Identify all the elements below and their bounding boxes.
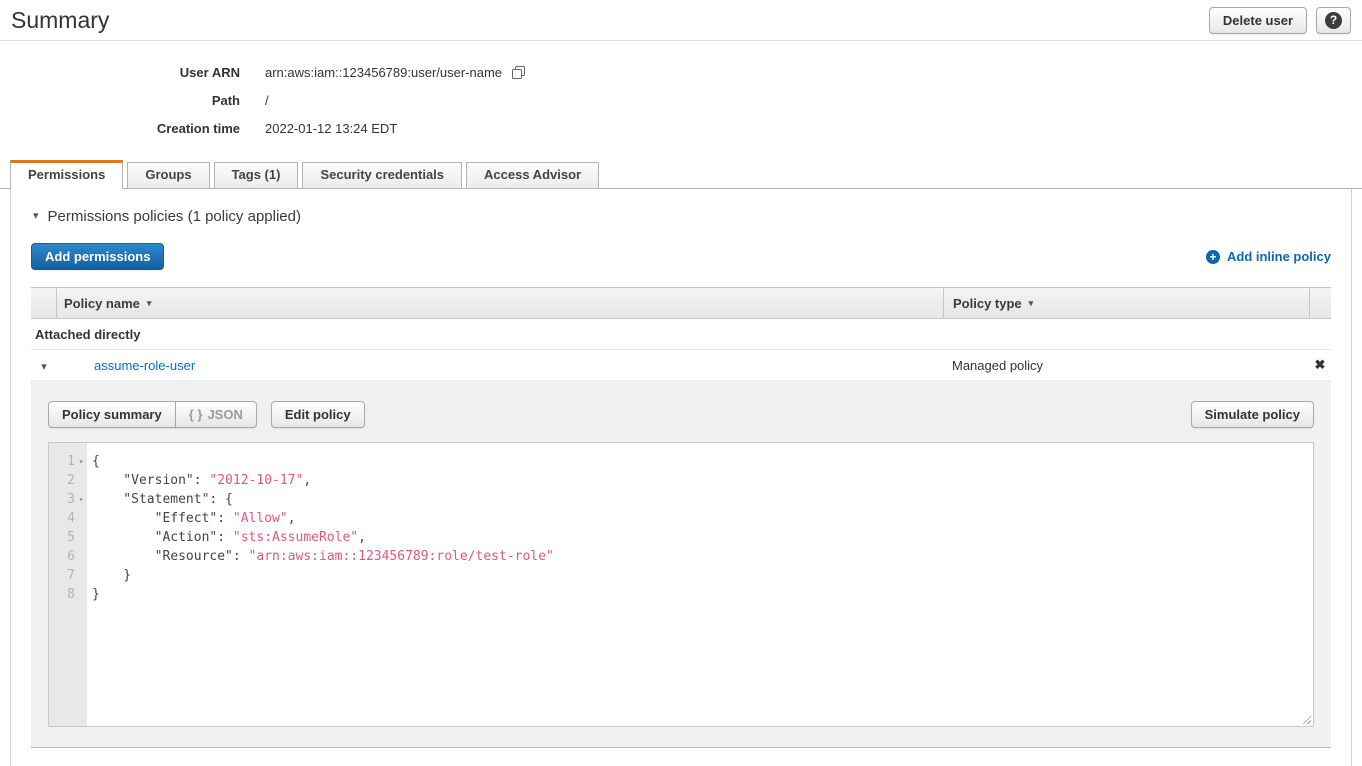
creation-time-label: Creation time — [0, 121, 240, 136]
policy-view-toggle: Policy summary { } JSON — [48, 401, 257, 428]
edit-policy-button[interactable]: Edit policy — [271, 401, 365, 428]
help-button[interactable]: ? — [1316, 7, 1351, 34]
page-header: Summary Delete user ? — [0, 0, 1362, 41]
help-icon: ? — [1325, 12, 1342, 29]
editor-gutter: 1▾ 2 3▾ 4 5 6 7 8 — [49, 443, 87, 726]
code-line: } — [92, 566, 1313, 585]
code-line: } — [92, 585, 1313, 604]
code-line: "Statement": { — [92, 490, 1313, 509]
policy-detail-toolbar: Policy summary { } JSON Edit policy Simu… — [48, 401, 1314, 428]
sort-caret-icon: ▾ — [1029, 298, 1034, 309]
editor-resize-handle[interactable] — [1300, 713, 1311, 724]
json-policy-editor[interactable]: 1▾ 2 3▾ 4 5 6 7 8 { "Version": "2012-10-… — [48, 442, 1314, 727]
table-header-row: Policy name ▾ Policy type ▾ — [31, 287, 1331, 319]
json-view-button[interactable]: { } JSON — [175, 401, 257, 428]
user-arn-label: User ARN — [0, 65, 240, 80]
tab-tags[interactable]: Tags (1) — [214, 162, 299, 188]
policy-type-value: Managed policy — [943, 358, 1309, 373]
policy-name-column-header[interactable]: Policy name ▾ — [57, 288, 943, 318]
path-label: Path — [0, 93, 240, 108]
code-line: "Version": "2012-10-17", — [92, 471, 1313, 490]
path-value: / — [265, 93, 269, 108]
row-expand-toggle[interactable]: ▾ — [31, 358, 57, 373]
attached-directly-group-row: Attached directly — [31, 319, 1331, 350]
actions-column-header — [1309, 288, 1331, 318]
creation-time-value: 2022-01-12 13:24 EDT — [265, 121, 397, 136]
plus-circle-icon: + — [1206, 250, 1220, 264]
tab-bar: Permissions Groups Tags (1) Security cre… — [0, 161, 1362, 189]
fold-caret-icon[interactable]: ▾ — [75, 452, 87, 471]
creation-time-row: Creation time 2022-01-12 13:24 EDT — [0, 114, 1362, 142]
caret-down-icon: ▾ — [33, 211, 39, 222]
fold-caret-icon[interactable]: ▾ — [75, 490, 87, 509]
sort-caret-icon: ▾ — [147, 298, 152, 309]
code-line: { — [92, 452, 1313, 471]
policy-type-column-header[interactable]: Policy type ▾ — [943, 288, 1309, 318]
tab-security-credentials[interactable]: Security credentials — [302, 162, 462, 188]
policy-detail-panel: Policy summary { } JSON Edit policy Simu… — [31, 381, 1331, 747]
permissions-policies-title: Permissions policies (1 policy applied) — [48, 208, 301, 225]
add-permissions-button[interactable]: Add permissions — [31, 243, 164, 270]
attached-policies-table: Policy name ▾ Policy type ▾ Attached dir… — [31, 287, 1331, 748]
header-actions: Delete user ? — [1209, 7, 1351, 34]
detach-policy-icon[interactable]: ✖ — [1315, 357, 1326, 372]
code-line: "Effect": "Allow", — [92, 509, 1313, 528]
code-line: "Resource": "arn:aws:iam::123456789:role… — [92, 547, 1313, 566]
delete-user-button[interactable]: Delete user — [1209, 7, 1307, 34]
braces-icon: { } — [189, 407, 203, 422]
policy-actions-row: Add permissions + Add inline policy — [31, 243, 1331, 270]
editor-code: { "Version": "2012-10-17", "Statement": … — [87, 443, 1313, 604]
user-arn-value: arn:aws:iam::123456789:user/user-name — [265, 65, 502, 80]
policy-name-link[interactable]: assume-role-user — [94, 358, 195, 373]
tab-permissions[interactable]: Permissions — [10, 160, 123, 189]
permissions-tab-panel: ▾ Permissions policies (1 policy applied… — [10, 189, 1352, 766]
copy-icon[interactable] — [511, 65, 526, 80]
table-row: ▾ assume-role-user Managed policy ✖ — [31, 350, 1331, 381]
user-arn-row: User ARN arn:aws:iam::123456789:user/use… — [0, 58, 1362, 86]
tab-access-advisor[interactable]: Access Advisor — [466, 162, 599, 188]
policy-summary-button[interactable]: Policy summary — [48, 401, 176, 428]
caret-down-icon: ▾ — [41, 361, 47, 373]
simulate-policy-button[interactable]: Simulate policy — [1191, 401, 1314, 428]
add-inline-policy-link[interactable]: + Add inline policy — [1206, 249, 1331, 264]
expand-column-header — [31, 288, 57, 318]
permissions-policies-section-toggle[interactable]: ▾ Permissions policies (1 policy applied… — [33, 208, 1331, 225]
path-row: Path / — [0, 86, 1362, 114]
tab-groups[interactable]: Groups — [127, 162, 209, 188]
code-line: "Action": "sts:AssumeRole", — [92, 528, 1313, 547]
user-summary-info: User ARN arn:aws:iam::123456789:user/use… — [0, 58, 1362, 142]
page-title: Summary — [11, 7, 109, 34]
